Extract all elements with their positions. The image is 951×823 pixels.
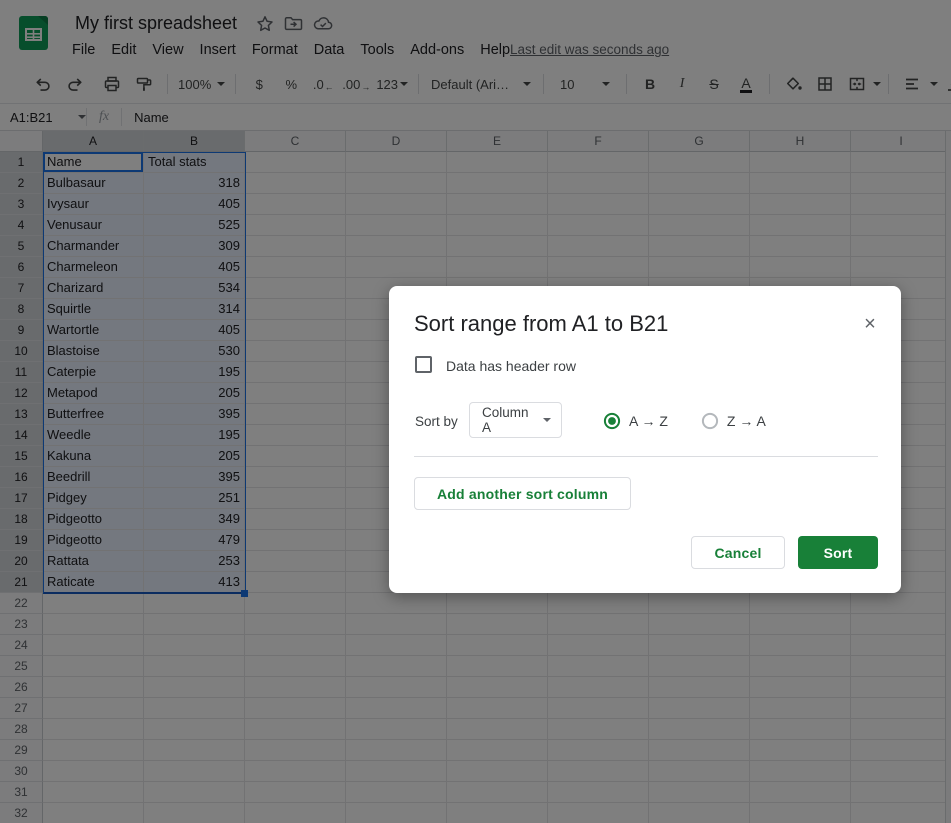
cancel-button[interactable]: Cancel — [691, 536, 785, 569]
sort-button[interactable]: Sort — [798, 536, 878, 569]
dialog-divider — [414, 456, 878, 457]
radio-unchecked-icon — [701, 412, 719, 430]
close-icon[interactable]: × — [856, 310, 884, 338]
radio-descending[interactable]: Z → A — [701, 412, 766, 430]
dialog-title: Sort range from A1 to B21 — [414, 311, 669, 336]
radio-ascending[interactable]: A → Z — [603, 412, 668, 430]
sort-column-select[interactable]: Column A — [469, 402, 562, 438]
header-row-checkbox[interactable] — [415, 356, 432, 373]
add-sort-column-button[interactable]: Add another sort column — [414, 477, 631, 510]
sort-order-radio-group: A → Z Z → A — [603, 412, 766, 430]
header-row-checkbox-label[interactable]: Data has header row — [446, 358, 576, 374]
sort-by-label: Sort by — [415, 414, 458, 429]
radio-checked-icon — [603, 412, 621, 430]
sort-range-dialog: Sort range from A1 to B21 × Data has hea… — [389, 286, 901, 593]
